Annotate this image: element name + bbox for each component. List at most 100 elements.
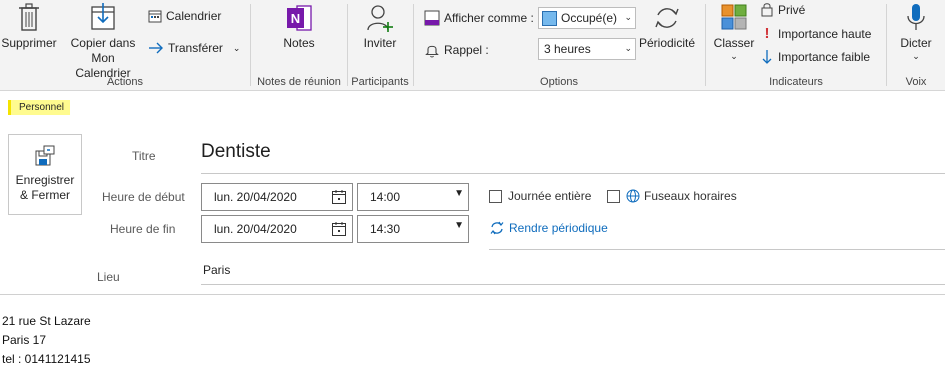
down-arrow-icon	[762, 50, 772, 64]
category-tag: Personnel	[8, 100, 71, 115]
tags-group: Classer ⌄ Privé ! Importance haute Impor…	[706, 0, 886, 90]
save-close-button[interactable]: Enregistrer & Fermer	[8, 134, 82, 215]
recurrence-button[interactable]: Périodicité	[636, 2, 698, 51]
voice-group-label: Voix	[905, 76, 927, 88]
categorize-icon	[721, 4, 747, 30]
invite-button[interactable]: Inviter	[354, 2, 406, 51]
end-label: Heure de fin	[110, 222, 176, 236]
delete-label: Supprimer	[1, 36, 57, 50]
calendar-icon	[148, 10, 162, 23]
all-day-checkbox[interactable]: Journée entière	[489, 189, 591, 203]
participants-group: Inviter Participants	[348, 0, 412, 90]
save-close-icon	[35, 145, 55, 166]
title-underline	[201, 173, 945, 174]
dictate-button[interactable]: Dicter ⌄	[891, 2, 941, 61]
checkbox-box[interactable]	[489, 189, 502, 203]
copy-to-my-calendar-button[interactable]: Copier dans Mon Calendrier	[62, 2, 144, 81]
location-underline	[201, 284, 945, 285]
show-as-icon	[424, 10, 440, 26]
chevron-down-icon: ⌄	[730, 51, 738, 61]
recurrence-icon	[655, 8, 679, 28]
low-importance-label: Importance faible	[778, 50, 871, 64]
forward-button[interactable]: Transférer ⌄	[148, 41, 240, 55]
reminder-value: 3 heures	[544, 42, 591, 56]
ribbon: Supprimer Copier dans Mon Calendrier Cal…	[0, 0, 945, 91]
start-date-field[interactable]: lun. 20/04/2020	[201, 183, 353, 211]
body-line: tel : 0141121415	[2, 352, 91, 366]
title-label: Titre	[132, 149, 156, 163]
body-editor[interactable]: 21 rue St Lazare Paris 17 tel : 01411214…	[2, 312, 91, 369]
end-time-field[interactable]: 14:30 ▼	[357, 215, 469, 243]
start-time-value: 14:00	[370, 190, 401, 204]
title-input[interactable]: Dentiste	[201, 141, 271, 163]
svg-text:N: N	[291, 11, 300, 26]
bell-icon	[425, 45, 439, 58]
globe-icon	[626, 189, 640, 203]
notes-button[interactable]: N Notes	[269, 2, 329, 51]
show-as-text: Afficher comme :	[444, 11, 534, 25]
categorize-button[interactable]: Classer ⌄	[710, 2, 758, 61]
reminder-label: Rappel :	[424, 42, 489, 58]
show-as-dropdown[interactable]: Occupé(e) ⌄	[538, 7, 636, 29]
chevron-down-icon: ⌄	[912, 51, 920, 61]
copy-label-line1: Copier dans	[70, 36, 136, 50]
actions-group-label: Actions	[106, 76, 144, 88]
start-time-field[interactable]: 14:00 ▼	[357, 183, 469, 211]
location-label: Lieu	[97, 270, 120, 284]
forward-label: Transférer	[168, 41, 223, 55]
checkbox-box[interactable]	[607, 189, 620, 203]
time-zones-label: Fuseaux horaires	[644, 189, 737, 203]
chevron-down-icon: ⌄	[624, 12, 632, 22]
location-input[interactable]: Paris	[203, 263, 230, 277]
reminder-text: Rappel :	[444, 43, 489, 57]
start-label: Heure de début	[102, 190, 185, 204]
time-zones-checkbox[interactable]: Fuseaux horaires	[607, 189, 737, 203]
end-time-value: 14:30	[370, 222, 401, 236]
lock-icon	[761, 3, 773, 17]
participants-group-label: Participants	[351, 76, 409, 88]
dictate-label: Dicter	[900, 36, 932, 50]
meeting-notes-group-label: Notes de réunion	[257, 76, 341, 88]
invite-label: Inviter	[363, 36, 397, 50]
make-recurring-link[interactable]: Rendre périodique	[489, 221, 608, 235]
calendar-copy-icon	[91, 3, 115, 30]
actions-group: Supprimer Copier dans Mon Calendrier Cal…	[0, 0, 250, 90]
onenote-icon: N	[287, 5, 312, 31]
categorize-label: Classer	[713, 36, 755, 50]
show-as-value: Occupé(e)	[561, 11, 618, 25]
trash-icon	[19, 3, 39, 31]
calendar-picker-icon[interactable]	[331, 189, 347, 205]
calendar-label: Calendrier	[166, 9, 222, 23]
low-importance-button[interactable]: Importance faible	[760, 49, 870, 65]
calendar-picker-icon[interactable]	[331, 221, 347, 237]
private-button[interactable]: Privé	[760, 2, 805, 17]
microphone-icon	[907, 4, 925, 30]
dropdown-arrow-icon: ▼	[454, 188, 464, 199]
body-line: Paris 17	[2, 333, 47, 347]
reminder-dropdown[interactable]: 3 heures ⌄	[538, 38, 636, 60]
private-label: Privé	[778, 2, 806, 17]
all-day-label: Journée entière	[508, 189, 592, 203]
make-recurring-label: Rendre périodique	[509, 221, 608, 235]
forward-arrow-icon	[149, 42, 163, 54]
end-date-field[interactable]: lun. 20/04/2020	[201, 215, 353, 243]
exclamation-icon: !	[764, 25, 770, 42]
save-close-label-line1: Enregistrer	[15, 173, 75, 187]
options-group: Afficher comme : Occupé(e) ⌄ Rappel : 3 …	[414, 0, 704, 90]
save-close-label-line2: & Fermer	[19, 188, 70, 202]
start-date-value: lun. 20/04/2020	[214, 190, 297, 204]
recurrence-label: Périodicité	[638, 36, 696, 50]
chevron-down-icon: ⌄	[232, 42, 241, 53]
end-date-value: lun. 20/04/2020	[214, 222, 297, 236]
notes-label: Notes	[283, 36, 315, 50]
meeting-notes-group: N Notes Notes de réunion	[251, 0, 347, 90]
body-divider	[0, 294, 945, 295]
delete-button[interactable]: Supprimer	[0, 2, 58, 51]
time-section-divider	[489, 249, 945, 250]
options-group-label: Options	[540, 76, 578, 88]
tags-group-label: Indicateurs	[769, 76, 823, 88]
high-importance-label: Importance haute	[778, 26, 872, 41]
chevron-down-icon: ⌄	[624, 43, 632, 53]
calendar-button[interactable]: Calendrier	[148, 9, 221, 23]
high-importance-button[interactable]: ! Importance haute	[760, 25, 872, 42]
